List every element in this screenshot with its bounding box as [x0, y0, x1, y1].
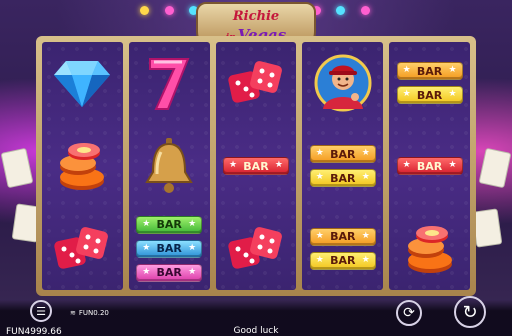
symbol-bar: BAR: [389, 125, 470, 208]
autoplay-button[interactable]: ⟳: [396, 300, 422, 326]
symbol-seven: [129, 42, 210, 125]
reel-grid: BAR BAR BAR BAR: [42, 42, 470, 290]
symbol-dice: [42, 207, 123, 290]
logo-line1: Richie: [232, 9, 280, 24]
bar-tile: BAR: [309, 251, 376, 270]
dice-icon: [228, 61, 282, 104]
bar-tile: BAR: [396, 62, 463, 81]
symbol-bar-stack: BAR BAR: [389, 42, 470, 125]
chips-icon: [407, 225, 452, 273]
spin-button[interactable]: ↻: [454, 296, 486, 328]
symbol-bar-stack: BAR BAR BAR: [129, 207, 210, 290]
status-message: Good luck: [233, 326, 279, 336]
reel-1: [42, 42, 123, 290]
dice-icon: [228, 226, 282, 269]
bar-tile: BAR: [309, 145, 376, 163]
bet-value: FUN0.20: [78, 309, 109, 317]
seven-icon: [149, 58, 190, 111]
diamond-icon: [54, 61, 111, 108]
symbol-bell: [129, 125, 210, 208]
symbol-dice: [216, 42, 297, 125]
reel-4: BAR BAR BAR BAR: [302, 42, 384, 290]
symbol-bar-stack: BAR BAR: [302, 207, 383, 290]
bar-tile: BAR: [309, 227, 376, 246]
bar-tile: BAR: [136, 215, 203, 234]
bar-tile: BAR: [396, 86, 463, 105]
spin-icon: ↻: [462, 301, 478, 323]
symbol-bar: BAR: [216, 125, 297, 208]
richie-character-icon: [314, 54, 372, 112]
bar-tile: BAR: [396, 157, 463, 175]
background-card: [471, 208, 503, 248]
reel-5: BAR BAR BAR: [389, 42, 470, 290]
symbol-chips: [389, 207, 470, 290]
chips-icon: [60, 143, 105, 190]
bet-display[interactable]: ≋ FUN0.20: [70, 306, 109, 320]
symbol-diamond: [42, 42, 123, 125]
bar-tile: BAR: [136, 263, 203, 282]
autoplay-icon: ⟳: [403, 305, 415, 321]
symbol-chips: [42, 125, 123, 208]
dice-icon: [54, 226, 109, 269]
menu-button[interactable]: ☰: [30, 300, 52, 322]
reel-3: BAR: [215, 42, 297, 290]
bar-tile: BAR: [136, 239, 203, 258]
symbol-bar-stack: BAR BAR: [302, 125, 383, 208]
symbol-richie: [302, 42, 383, 125]
coins-icon: ≋: [70, 309, 76, 317]
bar-tile: BAR: [222, 157, 289, 175]
bell-icon: [145, 138, 193, 193]
menu-icon: ☰: [36, 304, 46, 318]
bar-tile: BAR: [309, 169, 376, 187]
reel-2: BAR BAR BAR: [128, 42, 210, 290]
symbol-dice: [216, 207, 297, 290]
